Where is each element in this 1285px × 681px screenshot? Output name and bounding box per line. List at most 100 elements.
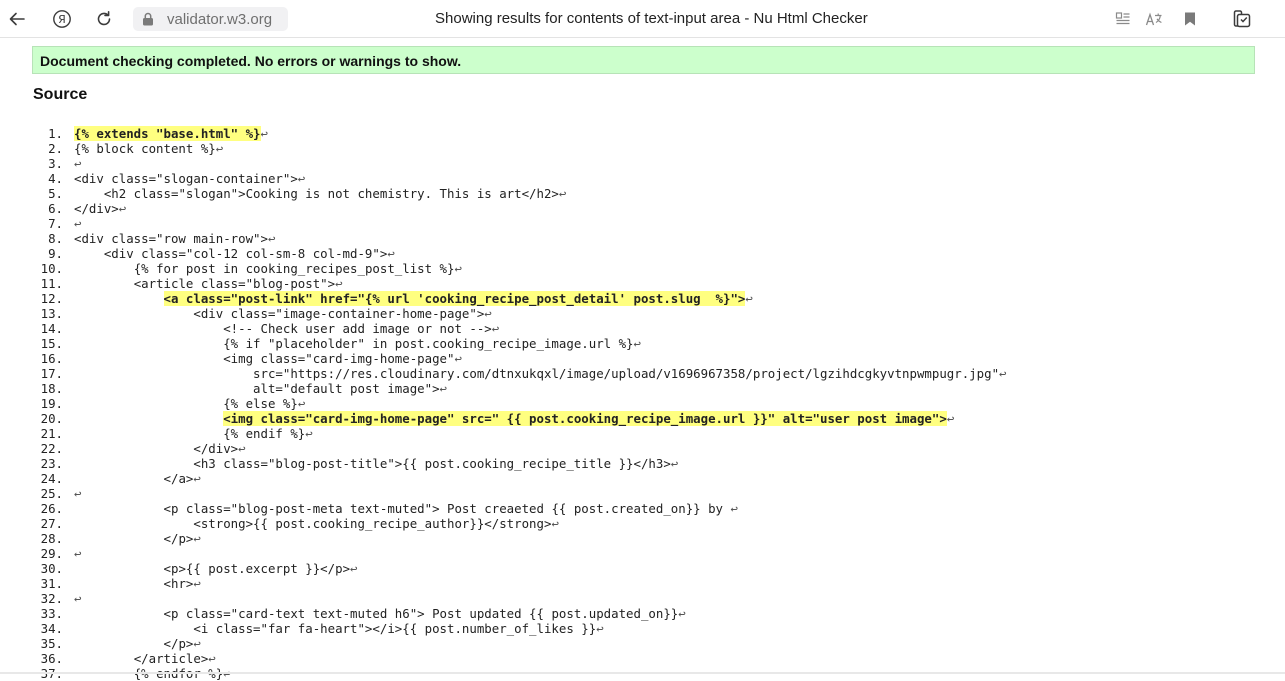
source-line: 18. alt="default post image">↩	[0, 381, 1285, 396]
source-line: 28. </p>↩	[0, 531, 1285, 546]
code-content: {% endif %}	[223, 426, 306, 441]
code-text: <h2 class="slogan">Cooking is not chemis…	[74, 186, 567, 201]
back-arrow-icon[interactable]	[5, 7, 29, 31]
line-number: 15.	[40, 336, 63, 351]
line-return-icon: ↩	[74, 216, 82, 231]
code-content: </article>	[133, 651, 209, 666]
line-return-icon: ↩	[208, 651, 216, 666]
source-line: 21. {% endif %}↩	[0, 426, 1285, 441]
line-return-icon: ↩	[999, 366, 1007, 381]
line-return-icon: ↩	[260, 126, 268, 141]
line-return-icon: ↩	[551, 516, 559, 531]
code-content: <h2 class="slogan">Cooking is not chemis…	[103, 186, 559, 201]
bookmark-icon[interactable]	[1178, 7, 1202, 31]
code-content: <!-- Check user add image or not -->	[223, 321, 492, 336]
line-number: 8.	[48, 231, 63, 246]
code-content: <div class="image-container-home-page">	[193, 306, 485, 321]
line-return-icon: ↩	[335, 276, 343, 291]
line-return-icon: ↩	[74, 591, 82, 606]
line-return-icon: ↩	[484, 306, 492, 321]
code-text: <div class="row main-row">↩	[74, 231, 275, 246]
line-return-icon: ↩	[633, 336, 641, 351]
reader-mode-icon[interactable]	[1111, 7, 1135, 31]
source-line: 5. <h2 class="slogan">Cooking is not che…	[0, 186, 1285, 201]
line-return-icon: ↩	[193, 576, 201, 591]
lock-icon[interactable]	[142, 12, 154, 31]
code-text: <img class="card-img-home-page"↩	[74, 351, 462, 366]
sidebar-icon[interactable]	[1231, 7, 1255, 31]
source-line: 3. ↩	[0, 156, 1285, 171]
code-text: </p>↩	[74, 636, 201, 651]
line-number: 22.	[40, 441, 63, 456]
source-line: 33. <p class="card-text text-muted h6"> …	[0, 606, 1285, 621]
code-text: {% extends "base.html" %}↩	[74, 126, 268, 141]
source-line: 14. <!-- Check user add image or not -->…	[0, 321, 1285, 336]
code-content: alt="default post image">	[253, 381, 440, 396]
yandex-logo-icon[interactable]: Я	[50, 7, 74, 31]
code-content: <p>{{ post.excerpt }}</p>	[163, 561, 351, 576]
code-content: <i class="far fa-heart"></i>{{ post.numb…	[193, 621, 597, 636]
code-text: <a class="post-link" href="{% url 'cooki…	[74, 291, 753, 306]
source-line: 32. ↩	[0, 591, 1285, 606]
line-number: 5.	[48, 186, 63, 201]
line-number: 10.	[40, 261, 63, 276]
code-content: <h3 class="blog-post-title">{{ post.cook…	[193, 456, 671, 471]
code-text: <hr>↩	[74, 576, 201, 591]
highlighted-code: <a class="post-link" href="{% url 'cooki…	[163, 291, 746, 306]
source-line: 29. ↩	[0, 546, 1285, 561]
source-line: 36. </article>↩	[0, 651, 1285, 666]
line-return-icon: ↩	[730, 501, 738, 516]
code-text: </article>↩	[74, 651, 216, 666]
line-number: 17.	[40, 366, 63, 381]
line-return-icon: ↩	[454, 261, 462, 276]
code-text: </div>↩	[74, 441, 245, 456]
code-content: </p>	[163, 636, 194, 651]
line-return-icon: ↩	[193, 471, 201, 486]
yandex-glyph: Я	[58, 13, 66, 26]
code-text: <img class="card-img-home-page" src=" {{…	[74, 411, 954, 426]
line-return-icon: ↩	[297, 171, 306, 186]
code-text: ↩	[74, 486, 81, 501]
code-text: {% if "placeholder" in post.cooking_reci…	[74, 336, 641, 351]
code-text: {% endif %}↩	[74, 426, 313, 441]
code-content: <hr>	[163, 576, 194, 591]
code-text: <p>{{ post.excerpt }}</p>↩	[74, 561, 358, 576]
address-bar[interactable]: validator.w3.org	[133, 7, 288, 31]
source-line: 19. {% else %}↩	[0, 396, 1285, 411]
code-text: ↩	[74, 216, 81, 231]
source-line: 10. {% for post in cooking_recipes_post_…	[0, 261, 1285, 276]
line-return-icon: ↩	[558, 186, 567, 201]
line-number: 19.	[40, 396, 63, 411]
code-content: <div class="row main-row">	[74, 231, 268, 246]
line-return-icon: ↩	[678, 606, 686, 621]
line-number: 14.	[40, 321, 63, 336]
source-line: 24. </a>↩	[0, 471, 1285, 486]
code-text: {% else %}↩	[74, 396, 305, 411]
line-number: 3.	[48, 156, 63, 171]
line-number: 33.	[40, 606, 63, 621]
source-line: 16. <img class="card-img-home-page"↩	[0, 351, 1285, 366]
line-number: 27.	[40, 516, 63, 531]
reload-icon[interactable]	[92, 7, 116, 31]
line-number: 20.	[40, 411, 63, 426]
source-heading: Source	[33, 86, 88, 103]
url-text[interactable]: validator.w3.org	[167, 11, 272, 28]
code-content: <p class="blog-post-meta text-muted"> Po…	[163, 501, 731, 516]
source-line: 6. </div>↩	[0, 201, 1285, 216]
line-number: 26.	[40, 501, 63, 516]
code-content: {% for post in cooking_recipes_post_list…	[133, 261, 455, 276]
code-text: ↩	[74, 591, 81, 606]
line-number: 16.	[40, 351, 63, 366]
source-line: 20. <img class="card-img-home-page" src=…	[0, 411, 1285, 426]
translate-icon[interactable]	[1142, 7, 1166, 31]
code-text: ↩	[74, 546, 81, 561]
source-line: 31. <hr>↩	[0, 576, 1285, 591]
code-content: <p class="card-text text-muted h6"> Post…	[163, 606, 679, 621]
code-text: </a>↩	[74, 471, 201, 486]
code-content: {% if "placeholder" in post.cooking_reci…	[223, 336, 634, 351]
code-text: </p>↩	[74, 531, 201, 546]
line-number: 13.	[40, 306, 63, 321]
success-status-box: Document checking completed. No errors o…	[32, 46, 1255, 74]
line-number: 32.	[40, 591, 63, 606]
line-return-icon: ↩	[74, 156, 82, 171]
